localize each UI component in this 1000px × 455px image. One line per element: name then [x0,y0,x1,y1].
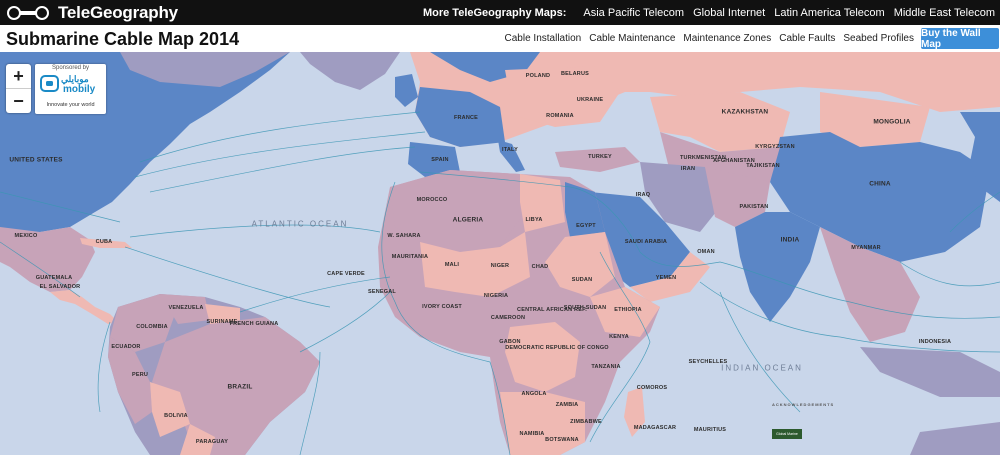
link-asia-pacific-telecom[interactable]: Asia Pacific Telecom [583,7,684,19]
country-label-sudan: SUDAN [571,277,593,283]
country-label-china: CHINA [869,180,891,188]
country-label-dr-congo: DEMOCRATIC REPUBLIC OF CONGO [505,345,609,351]
country-label-france: FRANCE [453,115,479,121]
country-label-cameroon: CAMEROON [490,315,526,321]
country-label-mexico: MEXICO [14,233,38,239]
country-label-tanzania: TANZANIA [591,364,621,370]
country-label-libya: LIBYA [525,217,543,223]
zoom-out-button[interactable]: − [6,89,31,113]
country-label-cuba: CUBA [95,239,113,245]
country-label-zambia: ZAMBIA [555,402,579,408]
country-label-namibia: NAMIBIA [519,431,545,437]
country-label-oman: OMAN [697,249,715,255]
country-label-saudi-arabia: SAUDI ARABIA [624,239,668,245]
link-global-internet[interactable]: Global Internet [693,7,765,19]
global-marine-logo: Global Marine [772,429,802,439]
mobily-logo-icon [40,75,59,92]
country-label-iran: IRAN [680,166,696,172]
tab-cable-maintenance[interactable]: Cable Maintenance [589,33,675,44]
tab-seabed-profiles[interactable]: Seabed Profiles [843,33,914,44]
country-label-poland: POLAND [525,73,551,79]
map-tabs: Cable Installation Cable Maintenance Mai… [497,25,914,52]
world-map[interactable]: ATLANTIC OCEAN INDIAN OCEAN UNITED STATE… [0,52,1000,455]
country-label-ecuador: ECUADOR [111,344,141,350]
country-label-turkey: TURKEY [588,154,612,160]
country-label-belarus: BELARUS [561,71,589,77]
country-label-guatemala: GUATEMALA [35,275,73,281]
country-label-united-states: UNITED STATES [9,156,63,164]
more-maps-label: More TeleGeography Maps: [422,6,567,19]
country-label-pakistan: PAKISTAN [739,204,769,210]
country-label-ethiopia: ETHIOPIA [614,307,642,313]
country-label-mali: MALI [444,262,460,268]
country-label-bolivia: BOLIVIA [164,413,188,419]
country-label-gabon: GABON [499,339,521,345]
country-label-egypt: EGYPT [576,223,596,229]
country-label-ukraine: UKRAINE [576,97,604,103]
country-label-italy: ITALY [502,147,518,153]
country-label-niger: NIGER [490,263,510,269]
country-label-venezuela: VENEZUELA [168,305,204,311]
tab-maintenance-zones[interactable]: Maintenance Zones [683,33,771,44]
link-latin-america-telecom[interactable]: Latin America Telecom [774,7,884,19]
country-label-algeria: ALGERIA [452,216,484,224]
tab-cable-installation[interactable]: Cable Installation [505,33,582,44]
country-label-chad: CHAD [531,264,549,270]
country-label-w-sahara: W. SAHARA [387,233,421,239]
country-label-spain: SPAIN [431,157,449,163]
sponsor-badge[interactable]: Sponsored by موبايلي mobily Innovate you… [35,64,106,114]
sponsor-label: Sponsored by [51,65,90,71]
logo-text: TeleGeography [58,2,178,22]
country-label-madagascar: MADAGASCAR [633,425,677,431]
acknowledgements-heading: ACKNOWLEDGEMENTS [772,402,835,407]
country-label-nigeria: NIGERIA [483,293,509,299]
title-bar: Submarine Cable Map 2014 Cable Installat… [0,25,1000,53]
map-labels: ATLANTIC OCEAN INDIAN OCEAN UNITED STATE… [0,52,1000,455]
country-label-iraq: IRAQ [635,192,651,198]
country-label-kyrgyzstan: KYRGYZSTAN [755,144,795,150]
country-label-indonesia: INDONESIA [918,339,952,345]
country-label-mongolia: MONGOLIA [873,118,911,126]
more-maps-nav: More TeleGeography Maps: Asia Pacific Te… [423,0,995,25]
link-middle-east-telecom[interactable]: Middle East Telecom [894,7,995,19]
country-label-angola: ANGOLA [521,391,547,397]
ocean-label-atlantic: ATLANTIC OCEAN [251,219,349,229]
country-label-kenya: KENYA [609,334,629,340]
country-label-kazakhstan: KAZAKHSTAN [721,108,769,116]
zoom-control: + − [6,64,31,113]
globe-logo-icon [7,5,49,20]
country-label-mauritania: MAURITANIA [391,254,429,260]
telegeography-logo[interactable]: TeleGeography [6,0,178,25]
country-label-peru: PERU [131,372,149,378]
sponsor-tagline: Innovate your world [46,102,95,108]
country-label-ivory-coast: IVORY COAST [422,304,462,310]
country-label-india: INDIA [780,236,800,244]
country-label-mauritius: MAURITIUS [693,427,727,433]
acknowledgements-panel: ACKNOWLEDGEMENTS Global Marine [772,402,877,439]
country-label-yemen: YEMEN [655,275,677,281]
country-label-myanmar: MYANMAR [851,245,881,251]
country-label-afghanistan: AFGHANISTAN [713,158,755,164]
top-nav-bar: TeleGeography More TeleGeography Maps: A… [0,0,1000,25]
country-label-brazil: BRAZIL [227,383,253,391]
country-label-botswana: BOTSWANA [545,437,579,443]
tab-cable-faults[interactable]: Cable Faults [779,33,835,44]
ocean-label-indian: INDIAN OCEAN [721,363,803,373]
country-label-senegal: SENEGAL [368,289,396,295]
country-label-romania: ROMANIA [546,113,574,119]
country-label-comoros: COMOROS [636,385,668,391]
country-label-morocco: MOROCCO [416,197,448,203]
zoom-in-button[interactable]: + [6,64,31,89]
buy-wall-map-button[interactable]: Buy the Wall Map [921,28,999,50]
country-label-colombia: COLOMBIA [136,324,168,330]
country-label-central-african-rep: CENTRAL AFRICAN REP. [517,307,587,313]
country-label-paraguay: PARAGUAY [195,439,229,445]
country-label-seychelles: SEYCHELLES [688,359,728,365]
country-label-el-salvador: EL SALVADOR [39,284,81,290]
page-title: Submarine Cable Map 2014 [6,29,240,49]
country-label-french-guiana: FRENCH GUIANA [229,321,279,327]
country-label-zimbabwe: ZIMBABWE [570,419,602,425]
sponsor-brand: mobily [63,84,96,95]
country-label-cape-verde: CAPE VERDE [327,271,365,277]
